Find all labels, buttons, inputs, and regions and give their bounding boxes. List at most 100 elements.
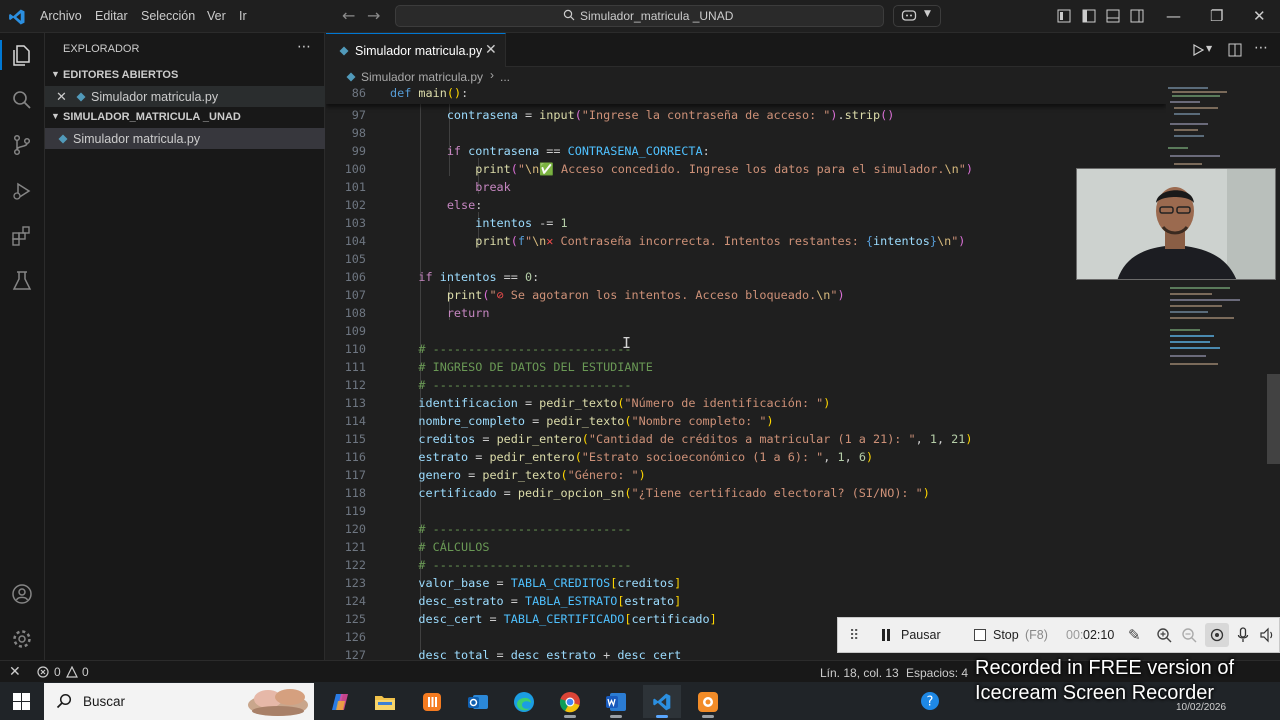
code-line[interactable]: 117 genero = pedir_texto("Género: ") <box>326 468 1166 486</box>
webcam-toggle-button[interactable] <box>1205 623 1229 647</box>
speaker-icon[interactable] <box>1259 627 1275 643</box>
code-line[interactable]: 109 <box>326 324 1166 342</box>
taskbar-chrome-browser[interactable] <box>551 685 589 718</box>
forward-arrow-icon[interactable]: → <box>367 6 380 25</box>
toggle-panel-icon[interactable] <box>1106 9 1120 23</box>
code-line[interactable]: 97 contrasena = input("Ingrese la contra… <box>326 108 1166 126</box>
code-line[interactable]: 120 # ---------------------------- <box>326 522 1166 540</box>
code-line[interactable]: 123 valor_base = TABLA_CREDITOS[creditos… <box>326 576 1166 594</box>
extensions-icon[interactable] <box>10 224 34 248</box>
menu-ir[interactable]: Ir <box>239 9 247 23</box>
cursor-position[interactable]: Lín. 18, col. 13 <box>820 666 899 680</box>
taskbar-edge-browser[interactable] <box>505 685 543 718</box>
drag-handle-icon[interactable]: ⠿ <box>849 627 859 644</box>
menu-editar[interactable]: Editar <box>95 9 128 23</box>
more-actions-icon[interactable]: ⋯ <box>1254 40 1268 56</box>
code-line[interactable]: 108 return <box>326 306 1166 324</box>
pause-button[interactable]: Pausar <box>880 626 960 646</box>
folder-file-item[interactable]: Simulador matricula.py <box>45 128 325 149</box>
run-dropdown-icon[interactable]: ▼ <box>1206 44 1212 53</box>
explorer-icon[interactable] <box>10 43 34 67</box>
more-actions-icon[interactable]: ⋯ <box>297 39 311 55</box>
split-editor-icon[interactable] <box>1228 43 1242 57</box>
code-line[interactable]: 122 # ---------------------------- <box>326 558 1166 576</box>
code-line[interactable]: 104 print(f"\n✕ Contraseña incorrecta. I… <box>326 234 1166 252</box>
menu-ver[interactable]: Ver <box>207 9 226 23</box>
code-line[interactable]: 112 # ---------------------------- <box>326 378 1166 396</box>
minimize-icon[interactable]: — <box>1166 7 1181 25</box>
breadcrumb-more[interactable]: ... <box>500 70 510 84</box>
code-line[interactable]: 107 print("⊘ Se agotaron los intentos. A… <box>326 288 1166 306</box>
help-icon[interactable]: ? <box>920 691 940 711</box>
code-line[interactable]: 103 intentos -= 1 <box>326 216 1166 234</box>
taskbar-recorder-app[interactable] <box>689 685 727 718</box>
run-icon[interactable] <box>1192 44 1204 56</box>
code-line[interactable]: 102 else: <box>326 198 1166 216</box>
breadcrumb-file[interactable]: Simulador matricula.py <box>361 70 483 84</box>
code-line[interactable]: 110 # ---------------------------- <box>326 342 1166 360</box>
taskbar-vscode-app[interactable] <box>643 685 681 718</box>
menu-seleccion[interactable]: Selección <box>141 9 195 23</box>
taskbar-search-box[interactable]: Buscar <box>44 683 314 720</box>
testing-icon[interactable] <box>10 269 34 293</box>
code-line[interactable]: 99 if contrasena == CONTRASENA_CORRECTA: <box>326 144 1166 162</box>
stop-hotkey: (F8) <box>1025 628 1048 642</box>
code-line[interactable]: 101 break <box>326 180 1166 198</box>
back-arrow-icon[interactable]: ← <box>342 6 355 25</box>
code-line[interactable]: 98 <box>326 126 1166 144</box>
tab-simulador-matricula[interactable]: Simulador matricula.py ✕ <box>326 33 506 67</box>
taskbar-file-explorer[interactable] <box>366 685 404 718</box>
open-editors-header[interactable]: ▼ EDITORES ABIERTOS <box>45 65 325 86</box>
stop-button[interactable]: Stop (F8) <box>974 626 1056 646</box>
close-tab-icon[interactable]: ✕ <box>485 42 497 58</box>
python-file-icon <box>346 72 356 82</box>
taskbar-word-app[interactable] <box>597 685 635 718</box>
taskbar-outlook-app[interactable] <box>459 685 497 718</box>
remote-icon[interactable]: ✕ <box>9 663 21 680</box>
code-line[interactable]: 124 desc_estrato = TABLA_ESTRATO[estrato… <box>326 594 1166 612</box>
code-line[interactable]: 111 # INGRESO DE DATOS DEL ESTUDIANTE <box>326 360 1166 378</box>
code-editor[interactable]: 86 def main(): 97 contrasena = input("Ing… <box>326 86 1166 660</box>
sticky-scroll-line[interactable]: 86 def main(): <box>326 86 1166 104</box>
code-line[interactable]: 113 identificacion = pedir_texto("Número… <box>326 396 1166 414</box>
code-line[interactable]: 106 if intentos == 0: <box>326 270 1166 288</box>
code-line[interactable]: 114 nombre_completo = pedir_texto("Nombr… <box>326 414 1166 432</box>
layout-customize-icon[interactable] <box>1057 9 1071 23</box>
zoom-out-icon[interactable] <box>1181 627 1197 643</box>
taskbar-office-app[interactable] <box>413 685 451 718</box>
icecream-recorder-icon <box>698 692 718 712</box>
copilot-button[interactable]: ▼ <box>893 5 941 27</box>
close-window-icon[interactable]: ✕ <box>1253 7 1266 25</box>
minimap[interactable] <box>1166 67 1266 660</box>
source-control-icon[interactable] <box>10 133 34 157</box>
code-line[interactable]: 105 <box>326 252 1166 270</box>
tab-label: Simulador matricula.py <box>355 44 483 58</box>
account-icon[interactable] <box>10 582 34 606</box>
menu-archivo[interactable]: Archivo <box>40 9 82 23</box>
microphone-icon[interactable] <box>1237 627 1249 643</box>
indentation[interactable]: Espacios: 4 <box>906 666 968 680</box>
toggle-sidebar-icon[interactable] <box>1082 9 1096 23</box>
code-line[interactable]: 121 # CÁLCULOS <box>326 540 1166 558</box>
windows-start-icon[interactable] <box>13 693 30 710</box>
restore-icon[interactable]: ❐ <box>1210 7 1223 25</box>
code-line[interactable]: 100 print("\n✅ Acceso concedido. Ingrese… <box>326 162 1166 180</box>
folder-header[interactable]: ▼ SIMULADOR_MATRICULA _UNAD <box>45 107 325 128</box>
close-icon[interactable]: ✕ <box>56 89 67 105</box>
run-debug-icon[interactable] <box>10 179 34 203</box>
code-line[interactable]: 118 certificado = pedir_opcion_sn("¿Tien… <box>326 486 1166 504</box>
code-line[interactable]: 115 creditos = pedir_entero("Cantidad de… <box>326 432 1166 450</box>
scrollbar-thumb[interactable] <box>1267 374 1280 464</box>
command-center-search[interactable]: Simulador_matricula _UNAD <box>395 5 884 27</box>
zoom-in-icon[interactable] <box>1156 627 1172 643</box>
settings-gear-icon[interactable] <box>10 627 34 651</box>
search-icon[interactable] <box>10 88 34 112</box>
toggle-secondary-sidebar-icon[interactable] <box>1130 9 1144 23</box>
code-line[interactable]: 116 estrato = pedir_entero("Estrato soci… <box>326 450 1166 468</box>
problems-indicator[interactable]: 0 0 <box>37 665 97 681</box>
outlook-app-icon <box>468 695 488 709</box>
open-editor-item[interactable]: ✕ Simulador matricula.py <box>45 86 325 107</box>
taskbar-copilot-app[interactable] <box>321 685 359 718</box>
pencil-icon[interactable]: ✎ <box>1128 626 1141 644</box>
code-line[interactable]: 119 <box>326 504 1166 522</box>
